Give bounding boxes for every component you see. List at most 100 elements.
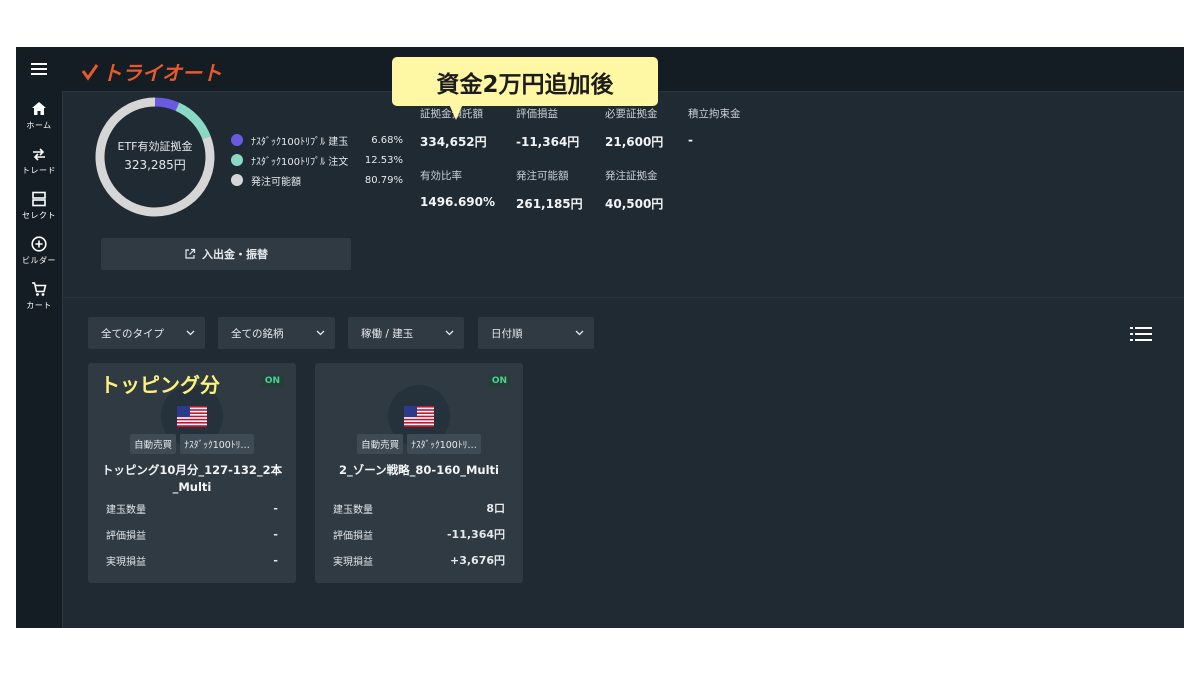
row-label: 実現損益 (106, 556, 146, 568)
builder-plus-icon (31, 236, 47, 252)
chevron-down-icon (445, 330, 454, 336)
strategy-card[interactable]: ON 自動売買 ﾅｽﾀﾞｯｸ100ﾄﾘ… 2_ゾーン戦略_80-160_Mult… (315, 363, 523, 583)
chevron-down-icon (316, 330, 325, 336)
stat-value: 334,652円 (420, 135, 487, 149)
list-view-icon[interactable] (1130, 326, 1152, 342)
us-flag-icon (404, 406, 434, 427)
legend-value: 12.53% (364, 154, 403, 166)
nav-cart[interactable]: カート (16, 273, 62, 318)
card-rows: 建玉数量 8口 評価損益 -11,364円 実現損益 +3,676円 (333, 495, 505, 573)
select-icon (32, 191, 46, 207)
tag: 自動売買 (357, 434, 404, 454)
nav-select-label: セレクト (22, 211, 56, 220)
chevron-down-icon (575, 330, 584, 336)
chevron-down-icon (186, 330, 195, 336)
nav-home-label: ホーム (26, 121, 52, 130)
row-label: 建玉数量 (333, 504, 373, 516)
row-label: 実現損益 (333, 556, 373, 568)
filter-sort-select[interactable]: 日付順 (478, 317, 594, 349)
nav-builder-label: ビルダー (22, 256, 56, 265)
card-row: 評価損益 -11,364円 (333, 521, 505, 547)
stat-label: 積立拘束金 (688, 108, 741, 120)
row-label: 建玉数量 (106, 504, 146, 516)
legend-item: ﾅｽﾀﾞｯｸ100ﾄﾘﾌﾟﾙ 建玉 6.68% (231, 130, 403, 150)
legend-value: 6.68% (371, 134, 403, 146)
status-badge: ON (487, 375, 511, 387)
legend-dot-purple-icon (231, 134, 243, 146)
stat-reserve: 積立拘束金 - (688, 106, 741, 147)
nav-trade[interactable]: トレード (16, 138, 62, 183)
card-title: トッピング10月分_127-132_2本_Multi (101, 463, 283, 494)
stat-orderable: 発注可能額 261,185円 (516, 168, 583, 212)
legend-item: 発注可能額 80.79% (231, 170, 403, 190)
legend-value: 80.79% (364, 174, 403, 186)
legend-dot-teal-icon (231, 154, 243, 166)
nav-cart-label: カート (26, 301, 52, 310)
stat-value: 261,185円 (516, 197, 583, 211)
sidebar: ホーム トレード セレクト ビルダー カート (16, 47, 63, 628)
topping-annotation: トッピング分 (100, 373, 220, 397)
row-value: +3,676円 (449, 554, 505, 567)
stat-label: 有効比率 (420, 170, 462, 182)
card-row: 実現損益 +3,676円 (333, 547, 505, 573)
filter-status-label: 稼働 / 建玉 (361, 327, 414, 340)
stat-order-margin: 発注証拠金 40,500円 (605, 168, 663, 212)
row-label: 評価損益 (333, 530, 373, 542)
tag: 自動売買 (130, 434, 177, 454)
stat-pnl: 評価損益 -11,364円 (516, 106, 579, 150)
stat-label: 評価損益 (516, 108, 558, 120)
legend-label: ﾅｽﾀﾞｯｸ100ﾄﾘﾌﾟﾙ 建玉 (251, 136, 349, 148)
nav-select[interactable]: セレクト (16, 183, 62, 228)
filter-sort-label: 日付順 (491, 327, 523, 340)
home-icon (32, 102, 46, 115)
annotation-callout: 資金2万円追加後 (392, 57, 658, 106)
stat-value: 40,500円 (605, 197, 664, 211)
donut-value: 323,285円 (124, 158, 186, 172)
logo-text: トライオート (102, 61, 222, 85)
donut-segment (175, 102, 211, 140)
nav-trade-label: トレード (22, 166, 56, 175)
nav-builder[interactable]: ビルダー (16, 228, 62, 273)
status-badge: ON (260, 375, 284, 387)
stat-label: 必要証拠金 (605, 108, 658, 120)
logo[interactable]: トライオート (80, 57, 222, 86)
row-value: - (273, 527, 278, 541)
hamburger-menu-icon[interactable] (16, 47, 62, 91)
stat-value: 21,600円 (605, 135, 664, 149)
card-tags: 自動売買 ﾅｽﾀﾞｯｸ100ﾄﾘ… (315, 434, 523, 454)
tag: ﾅｽﾀﾞｯｸ100ﾄﾘ… (180, 434, 254, 454)
filter-type-label: 全てのタイプ (101, 327, 164, 340)
external-link-icon (185, 248, 196, 259)
card-tags: 自動売買 ﾅｽﾀﾞｯｸ100ﾄﾘ… (88, 434, 296, 454)
stat-ratio: 有効比率 1496.690% (420, 168, 495, 209)
section-divider (62, 297, 1184, 298)
nav-home[interactable]: ホーム (16, 93, 62, 138)
stat-required: 必要証拠金 21,600円 (605, 106, 663, 150)
annotation-callout-tail (449, 104, 463, 120)
row-value: - (273, 553, 278, 567)
legend-label: 発注可能額 (251, 176, 301, 188)
filter-type-select[interactable]: 全てのタイプ (88, 317, 205, 349)
donut-legend: ﾅｽﾀﾞｯｸ100ﾄﾘﾌﾟﾙ 建玉 6.68% ﾅｽﾀﾞｯｸ100ﾄﾘﾌﾟﾙ 注… (231, 130, 403, 190)
card-row: 建玉数量 8口 (333, 495, 505, 521)
row-label: 評価損益 (106, 530, 146, 542)
deposit-transfer-label: 入出金・振替 (202, 248, 268, 261)
card-title: 2_ゾーン戦略_80-160_Multi (339, 463, 499, 477)
stat-value: 1496.690% (420, 195, 496, 209)
stat-value: -11,364円 (516, 135, 580, 149)
legend-dot-gray-icon (231, 174, 243, 186)
stat-label: 発注証拠金 (605, 170, 658, 182)
tag: ﾅｽﾀﾞｯｸ100ﾄﾘ… (407, 434, 481, 454)
donut-label: ETF有効証拠金 (117, 140, 193, 153)
filter-status-select[interactable]: 稼働 / 建玉 (348, 317, 464, 349)
logo-check-icon (81, 63, 99, 81)
legend-label: ﾅｽﾀﾞｯｸ100ﾄﾘﾌﾟﾙ 注文 (251, 156, 349, 168)
filter-symbol-label: 全ての銘柄 (231, 327, 284, 340)
row-value: - (273, 501, 278, 515)
donut-center: ETF有効証拠金 323,285円 (93, 138, 217, 174)
stat-value: - (688, 133, 693, 147)
deposit-transfer-button[interactable]: 入出金・振替 (101, 238, 351, 270)
row-value: 8口 (486, 502, 505, 515)
filter-symbol-select[interactable]: 全ての銘柄 (218, 317, 335, 349)
legend-item: ﾅｽﾀﾞｯｸ100ﾄﾘﾌﾟﾙ 注文 12.53% (231, 150, 403, 170)
